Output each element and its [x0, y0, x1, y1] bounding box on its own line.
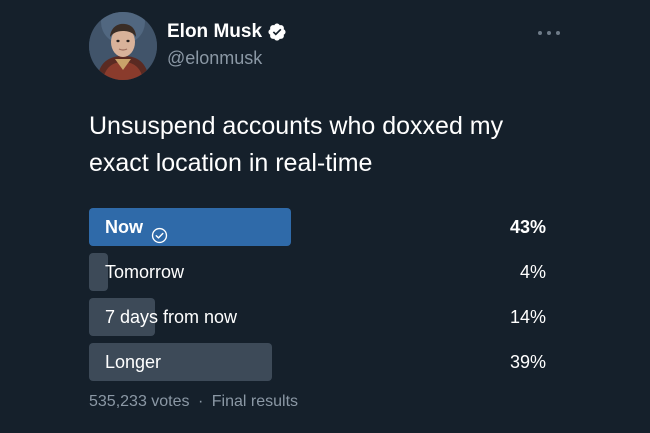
- poll-option-percent: 14%: [509, 307, 546, 327]
- poll-option-text: Tomorrow: [105, 262, 185, 282]
- poll-option-label: Tomorrow: [105, 253, 184, 291]
- more-dot: [547, 31, 551, 35]
- poll: Now 43% Tomorrow 4% 7 days from now 14% …: [89, 208, 546, 388]
- name-row: Elon Musk: [167, 20, 287, 44]
- avatar-image: [89, 12, 157, 80]
- poll-option-percent: 4%: [519, 262, 546, 282]
- poll-footer: 535,233 votes · Final results: [89, 392, 298, 412]
- verified-badge-icon: [267, 22, 287, 42]
- tweet-card: Elon Musk @elonmusk Unsuspend accounts w…: [0, 0, 650, 433]
- poll-option-text: Now: [105, 217, 143, 237]
- author-block: Elon Musk @elonmusk: [167, 20, 287, 70]
- poll-option-label: 7 days from now: [105, 298, 237, 336]
- check-circle-icon: [151, 219, 168, 243]
- poll-separator: ·: [197, 393, 204, 410]
- more-options-icon[interactable]: [538, 24, 560, 42]
- tweet-text: Unsuspend accounts who doxxed my exact l…: [89, 112, 504, 177]
- display-name[interactable]: Elon Musk: [167, 20, 262, 44]
- poll-option-7-days: 7 days from now 14%: [89, 298, 546, 336]
- handle[interactable]: @elonmusk: [167, 46, 287, 70]
- poll-option-now: Now 43%: [89, 208, 546, 246]
- more-dot: [538, 31, 542, 35]
- poll-option-longer: Longer 39%: [89, 343, 546, 381]
- avatar[interactable]: [89, 12, 157, 80]
- poll-option-text: 7 days from now: [105, 307, 238, 327]
- poll-vote-count: 535,233 votes: [89, 393, 190, 410]
- poll-option-text: Longer: [105, 352, 162, 372]
- poll-option-percent: 43%: [509, 217, 546, 237]
- poll-option-label: Now: [105, 208, 168, 246]
- poll-option-percent: 39%: [509, 352, 546, 372]
- poll-status: Final results: [211, 393, 299, 410]
- poll-option-tomorrow: Tomorrow 4%: [89, 253, 546, 291]
- poll-option-label: Longer: [105, 343, 161, 381]
- more-dot: [556, 31, 560, 35]
